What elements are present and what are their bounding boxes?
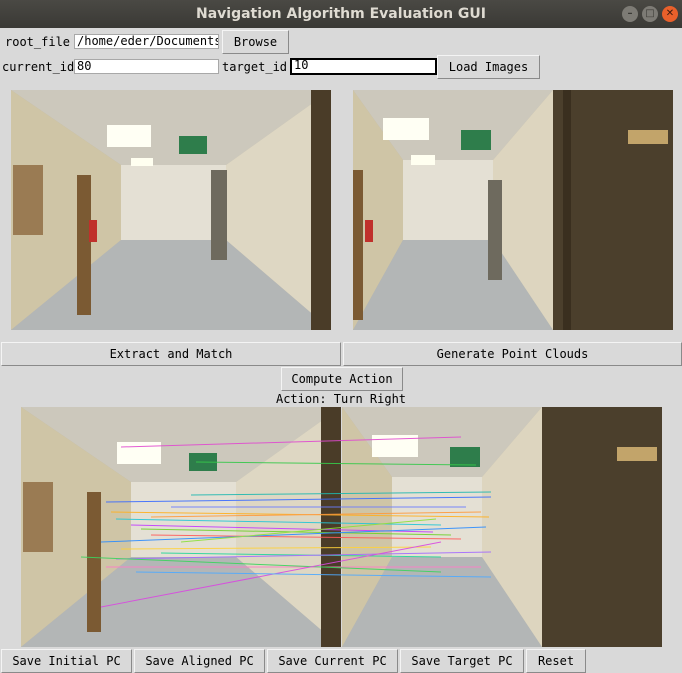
reset-button[interactable]: Reset xyxy=(526,649,586,673)
save-current-pc-button[interactable]: Save Current PC xyxy=(267,649,398,673)
root-file-label: root_file xyxy=(5,35,71,49)
save-initial-pc-button[interactable]: Save Initial PC xyxy=(1,649,132,673)
minimize-button[interactable]: – xyxy=(622,6,638,22)
maximize-icon: □ xyxy=(645,8,655,19)
save-aligned-pc-button[interactable]: Save Aligned PC xyxy=(134,649,265,673)
title-bar: Navigation Algorithm Evaluation GUI – □ … xyxy=(0,0,682,28)
close-icon: ✕ xyxy=(665,8,675,19)
root-file-input[interactable]: /home/eder/Documents xyxy=(74,34,219,49)
maximize-button[interactable]: □ xyxy=(642,6,658,22)
target-id-label: target_id xyxy=(222,60,288,74)
window-title: Navigation Algorithm Evaluation GUI xyxy=(196,6,486,22)
minimize-icon: – xyxy=(627,8,633,19)
current-id-input[interactable]: 80 xyxy=(74,59,219,74)
save-target-pc-button[interactable]: Save Target PC xyxy=(400,649,524,673)
action-result-label: Action: Turn Right xyxy=(275,392,407,406)
current-id-label: current_id xyxy=(2,60,75,74)
generate-point-clouds-button[interactable]: Generate Point Clouds xyxy=(343,342,682,366)
target-image xyxy=(353,90,673,330)
extract-and-match-button[interactable]: Extract and Match xyxy=(1,342,341,366)
current-image xyxy=(11,90,331,330)
target-id-input[interactable]: 10 xyxy=(290,58,437,75)
browse-button[interactable]: Browse xyxy=(222,30,289,54)
close-button[interactable]: ✕ xyxy=(662,6,678,22)
matches-image xyxy=(21,407,662,647)
compute-action-button[interactable]: Compute Action xyxy=(281,367,403,391)
load-images-button[interactable]: Load Images xyxy=(437,55,540,79)
